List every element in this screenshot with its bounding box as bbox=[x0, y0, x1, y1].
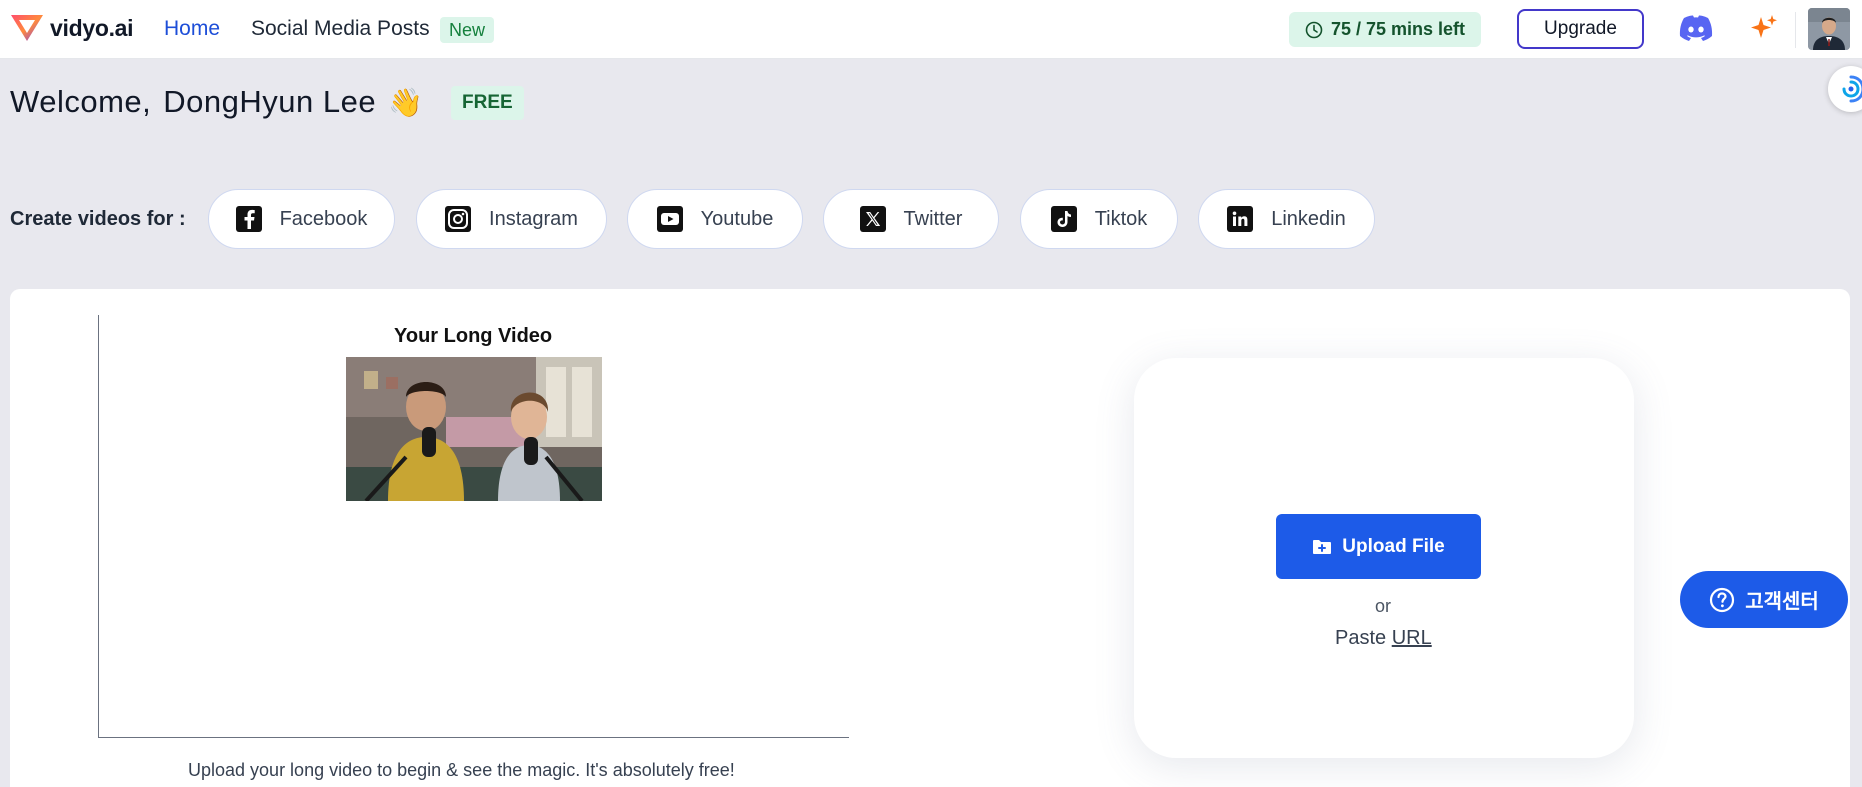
waving-hand-icon: 👋 bbox=[388, 86, 423, 118]
facebook-icon bbox=[235, 206, 262, 232]
platform-twitter-button[interactable]: Twitter bbox=[823, 189, 999, 249]
discord-icon[interactable] bbox=[1678, 13, 1714, 50]
customer-center-button[interactable]: 고객센터 bbox=[1680, 571, 1848, 628]
platform-label: Linkedin bbox=[1271, 207, 1346, 230]
platform-linkedin-button[interactable]: Linkedin bbox=[1198, 189, 1375, 249]
new-badge: New bbox=[440, 17, 495, 43]
platform-label: Twitter bbox=[903, 207, 963, 230]
linkedin-icon bbox=[1227, 206, 1254, 232]
youtube-icon bbox=[656, 206, 683, 232]
minutes-remaining-text: 75 / 75 mins left bbox=[1330, 19, 1466, 39]
customer-center-label: 고객센터 bbox=[1745, 589, 1819, 613]
platform-facebook-button[interactable]: Facebook bbox=[208, 189, 395, 249]
minutes-remaining-pill[interactable]: 75 / 75 mins left bbox=[1289, 12, 1481, 47]
floating-assistant-icon[interactable] bbox=[1828, 66, 1862, 112]
platform-label: Youtube bbox=[700, 207, 774, 230]
welcome-heading: Welcome, DongHyun Lee 👋 bbox=[10, 84, 423, 120]
top-navigation-bar: vidyo.ai Home Social Media Posts New 75 … bbox=[0, 0, 1862, 59]
create-videos-label: Create videos for : bbox=[10, 208, 186, 230]
tiktok-icon bbox=[1050, 206, 1077, 232]
logo-text: vidyo.ai bbox=[50, 14, 134, 41]
preview-title: Your Long Video bbox=[394, 325, 553, 347]
header-divider bbox=[1795, 12, 1796, 48]
clock-icon bbox=[1305, 21, 1323, 38]
welcome-prefix: Welcome, bbox=[10, 84, 152, 119]
folder-upload-icon bbox=[1313, 539, 1332, 554]
upload-file-button[interactable]: Upload File bbox=[1276, 514, 1481, 579]
user-avatar[interactable] bbox=[1808, 8, 1850, 50]
instagram-icon bbox=[445, 206, 472, 232]
plan-badge: FREE bbox=[451, 86, 524, 120]
long-video-thumbnail bbox=[346, 357, 602, 501]
platform-youtube-button[interactable]: Youtube bbox=[627, 189, 803, 249]
platform-label: Instagram bbox=[489, 207, 578, 230]
nav-home-link[interactable]: Home bbox=[164, 17, 220, 41]
upgrade-button[interactable]: Upgrade bbox=[1517, 9, 1644, 49]
nav-social-media-posts-link[interactable]: Social Media Posts bbox=[251, 17, 430, 41]
upload-file-label: Upload File bbox=[1342, 535, 1445, 557]
paste-label: Paste bbox=[1335, 627, 1387, 649]
vidyo-logo-icon bbox=[11, 15, 43, 41]
platform-tiktok-button[interactable]: Tiktok bbox=[1020, 189, 1178, 249]
paste-url-link[interactable]: URL bbox=[1392, 627, 1432, 649]
upload-caption: Upload your long video to begin & see th… bbox=[188, 760, 735, 780]
x-twitter-icon bbox=[859, 206, 886, 232]
help-question-icon bbox=[1710, 587, 1735, 612]
user-name: DongHyun Lee bbox=[163, 84, 377, 119]
platform-label: Facebook bbox=[279, 207, 368, 230]
sparkle-icon[interactable] bbox=[1749, 13, 1779, 48]
vidyo-logo[interactable]: vidyo.ai bbox=[10, 13, 134, 43]
or-separator: or bbox=[1375, 596, 1392, 616]
platform-label: Tiktok bbox=[1094, 207, 1148, 230]
paste-url-text: Paste URL bbox=[1335, 627, 1432, 650]
platform-instagram-button[interactable]: Instagram bbox=[416, 189, 607, 249]
